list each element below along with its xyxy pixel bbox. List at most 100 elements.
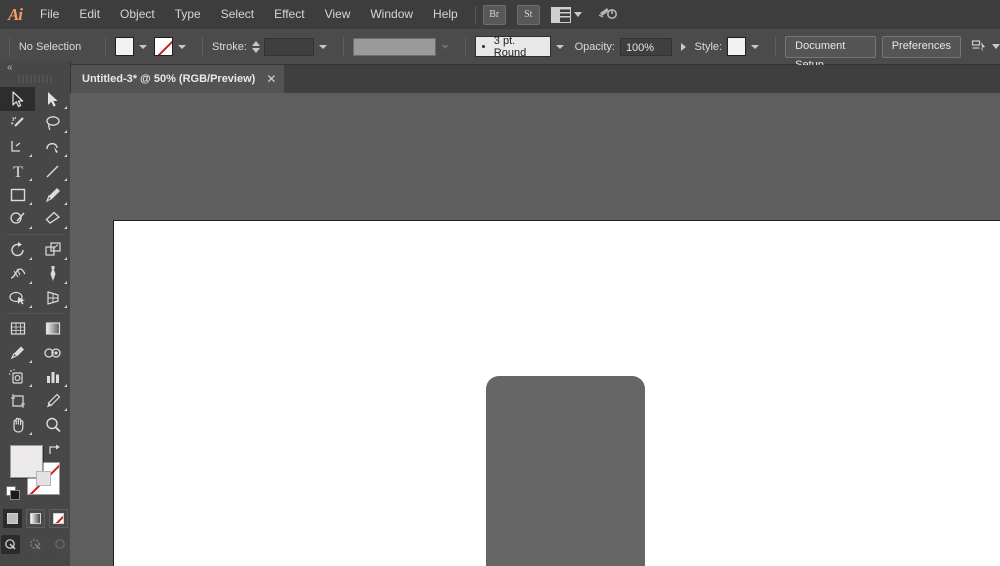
column-graph-icon	[46, 372, 59, 383]
zoom-icon	[45, 417, 61, 433]
opacity-input[interactable]: 100%	[619, 37, 672, 56]
stroke-color-swatch[interactable]	[153, 37, 174, 56]
paintbrush-tool[interactable]	[35, 183, 70, 207]
eraser-tool[interactable]	[35, 207, 70, 231]
menu-help[interactable]: Help	[423, 0, 468, 29]
draw-inside-button[interactable]	[50, 535, 70, 554]
lasso-icon	[45, 116, 60, 131]
document-tab[interactable]: Untitled-3* @ 50% (RGB/Preview) ✕	[70, 65, 285, 93]
free-transform-icon	[50, 266, 55, 281]
menu-divider	[474, 5, 476, 24]
fill-chevron-down-icon[interactable]	[138, 44, 147, 49]
document-setup-button[interactable]: Document Setup	[785, 35, 876, 71]
mesh-tool[interactable]	[0, 317, 35, 341]
stroke-weight-chevron-down-icon[interactable]	[318, 44, 327, 49]
menu-select[interactable]: Select	[211, 0, 264, 29]
fill-color-swatch[interactable]	[114, 37, 134, 56]
line-segment-tool[interactable]	[35, 159, 70, 183]
menu-object[interactable]: Object	[110, 0, 165, 29]
column-graph-tool[interactable]	[35, 365, 70, 389]
artboard-tool[interactable]	[0, 389, 35, 413]
stroke-style-chevron-down-icon[interactable]	[555, 44, 564, 49]
menu-file[interactable]: File	[30, 0, 69, 29]
none-icon	[52, 513, 64, 524]
hand-tool[interactable]	[0, 413, 35, 437]
rounded-rectangle-body[interactable]	[486, 376, 645, 566]
stroke-weight-input[interactable]	[263, 37, 314, 56]
menu-type[interactable]: Type	[165, 0, 211, 29]
gradient-button[interactable]	[25, 509, 45, 528]
align-chevron-down-icon	[992, 44, 1000, 49]
swap-fill-stroke-button[interactable]	[48, 443, 62, 457]
selection-tool[interactable]	[0, 87, 35, 111]
direct-selection-tool[interactable]	[35, 87, 70, 111]
tool-expand-corner	[29, 154, 32, 157]
collapse-panel-button[interactable]: «	[0, 61, 70, 75]
preferences-button[interactable]: Preferences	[881, 35, 961, 58]
color-mode-buttons	[0, 509, 70, 528]
svg-text:T: T	[13, 164, 23, 180]
type-tool[interactable]: T	[0, 159, 35, 183]
draw-inside-icon	[54, 539, 65, 549]
menu-window[interactable]: Window	[360, 0, 423, 29]
workspace-switcher-button[interactable]	[598, 4, 618, 25]
magic-wand-tool[interactable]	[0, 111, 35, 135]
arrange-documents-button[interactable]	[550, 6, 582, 23]
blend-tool[interactable]	[35, 341, 70, 365]
profile-chevron-down-icon[interactable]	[441, 44, 450, 49]
draw-normal-button[interactable]	[0, 535, 20, 554]
default-fill-stroke-button[interactable]	[6, 486, 20, 500]
magic-wand-icon	[10, 116, 24, 127]
gradient-icon	[29, 513, 41, 524]
pen-tool[interactable]	[0, 135, 35, 159]
shape-builder-tool[interactable]	[0, 286, 35, 310]
draw-behind-button[interactable]	[25, 535, 45, 554]
tool-expand-corner	[64, 226, 67, 229]
opacity-arrow-icon[interactable]	[680, 42, 686, 51]
bridge-button[interactable]: Br	[482, 4, 506, 25]
perspective-grid-tool[interactable]	[35, 286, 70, 310]
canvas-area[interactable]	[70, 93, 1000, 566]
stroke-chevron-down-icon[interactable]	[178, 44, 187, 49]
control-divider	[775, 36, 777, 57]
variable-width-profile-select[interactable]	[352, 37, 437, 56]
stroke-weight-stepper[interactable]	[251, 40, 260, 53]
menu-effect[interactable]: Effect	[264, 0, 314, 29]
document-tab-strip: Untitled-3* @ 50% (RGB/Preview) ✕	[0, 65, 1000, 94]
workspace-switcher-icon	[598, 8, 617, 19]
close-icon[interactable]: ✕	[266, 73, 276, 85]
tool-expand-corner	[64, 178, 67, 181]
slice-tool[interactable]	[35, 389, 70, 413]
menu-bar: Ai File Edit Object Type Select Effect V…	[0, 0, 1000, 30]
shape-builder-icon	[9, 291, 25, 305]
menu-view[interactable]: View	[315, 0, 361, 29]
stock-button[interactable]: St	[516, 4, 540, 25]
rectangle-tool[interactable]	[0, 183, 35, 207]
rectangle-icon	[10, 188, 25, 202]
curvature-tool[interactable]	[35, 135, 70, 159]
zoom-tool[interactable]	[35, 413, 70, 437]
rotate-tool[interactable]	[0, 238, 35, 262]
gradient-tool[interactable]	[35, 317, 70, 341]
graphic-style-swatch[interactable]	[727, 37, 747, 56]
style-chevron-down-icon[interactable]	[751, 44, 760, 49]
symbol-sprayer-tool[interactable]	[0, 365, 35, 389]
scale-tool[interactable]	[35, 238, 70, 262]
lasso-tool[interactable]	[35, 111, 70, 135]
menu-edit[interactable]: Edit	[69, 0, 110, 29]
color-button[interactable]	[2, 509, 22, 528]
stepper-up-icon	[251, 40, 260, 46]
color-icon	[6, 513, 18, 524]
none-button[interactable]	[48, 509, 68, 528]
shaper-tool[interactable]	[0, 207, 35, 231]
stroke-style-select[interactable]: 3 pt. Round	[475, 35, 551, 59]
width-tool[interactable]	[0, 262, 35, 286]
tool-expand-corner	[29, 178, 32, 181]
free-transform-tool[interactable]	[35, 262, 70, 286]
eyedropper-tool[interactable]	[0, 341, 35, 365]
curvature-pen-icon	[45, 142, 58, 153]
artboard[interactable]	[113, 220, 1000, 566]
scale-icon	[44, 242, 61, 256]
align-options-button[interactable]	[971, 39, 1000, 55]
panel-drag-handle[interactable]	[18, 75, 52, 83]
